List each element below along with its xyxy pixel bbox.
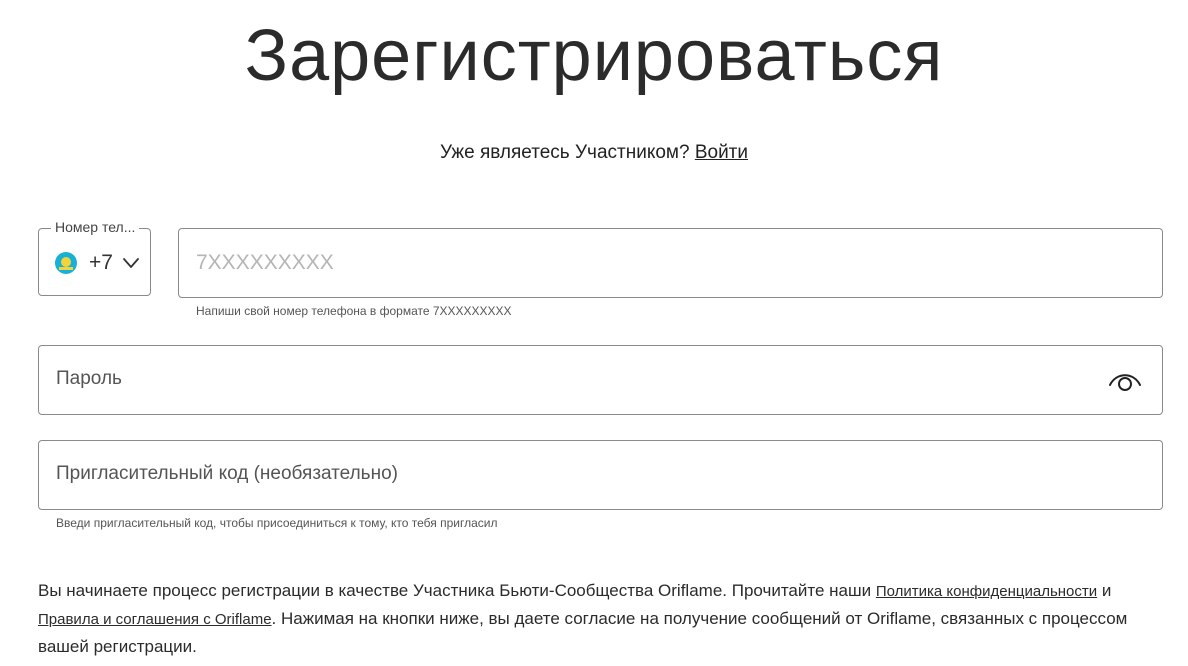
chevron-down-icon [123, 258, 139, 268]
dial-code: +7 [89, 251, 113, 274]
consent-text-start: Вы начинаете процесс регистрации в качес… [38, 581, 876, 600]
page-title: Зарегистрироваться [244, 16, 944, 96]
phone-number-input[interactable]: 7XXXXXXXXX [178, 228, 1163, 298]
phone-hint: Напиши свой номер телефона в формате 7XX… [196, 304, 512, 318]
registration-page: Зарегистрироваться Уже являетесь Участни… [0, 0, 1188, 666]
privacy-policy-link[interactable]: Политика конфиденциальности [876, 583, 1097, 600]
password-field[interactable]: Пароль [38, 345, 1163, 415]
phone-placeholder: 7XXXXXXXXX [196, 251, 334, 274]
country-code-select[interactable]: Номер тел... +7 [38, 219, 151, 296]
terms-link[interactable]: Правила и соглашения с Oriflame [38, 611, 272, 628]
consent-text: Вы начинаете процесс регистрации в качес… [38, 577, 1163, 660]
invite-code-hint: Введи пригласительный код, чтобы присоед… [56, 516, 498, 530]
login-prompt: Уже являетесь Участником? Войти [0, 142, 1188, 164]
login-link[interactable]: Войти [695, 142, 748, 163]
kazakhstan-flag-icon [55, 252, 77, 274]
invite-code-field[interactable]: Пригласительный код (необязательно) [38, 440, 1163, 510]
login-prompt-text: Уже являетесь Участником? [439, 142, 690, 163]
consent-and: и [1097, 581, 1112, 600]
country-select-label: Номер тел... [51, 219, 140, 235]
invite-code-label: Пригласительный код (необязательно) [56, 463, 398, 484]
eye-icon[interactable] [1108, 368, 1142, 394]
password-label: Пароль [56, 368, 122, 389]
